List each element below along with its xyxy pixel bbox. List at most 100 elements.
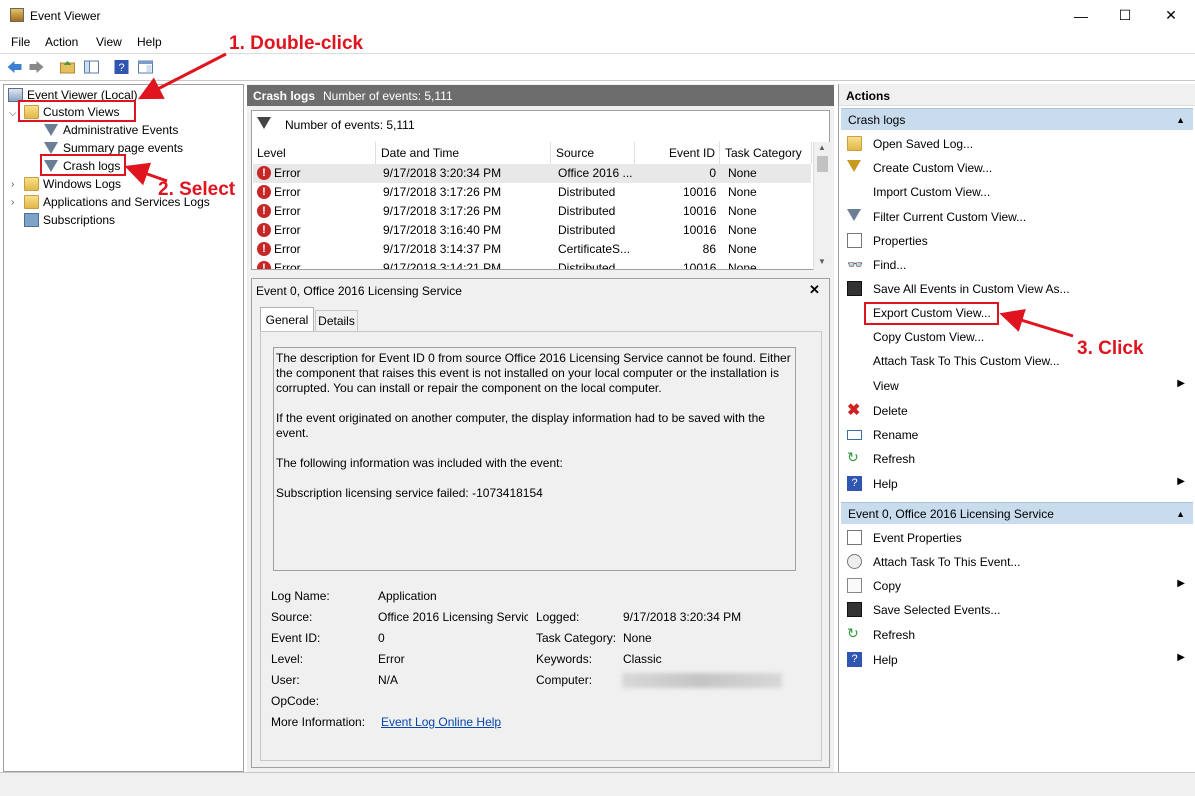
- computer-label: Computer:: [536, 673, 593, 687]
- cell-date: 9/17/2018 3:17:26 PM: [383, 204, 502, 218]
- user-value: N/A: [378, 673, 399, 687]
- help-icon[interactable]: ?: [113, 59, 130, 75]
- action-create-custom-view[interactable]: Create Custom View...: [841, 156, 1191, 180]
- close-button[interactable]: ✕: [1148, 0, 1194, 31]
- close-detail-icon[interactable]: ✕: [809, 282, 820, 298]
- table-row[interactable]: ! Error 9/17/2018 3:20:34 PM Office 2016…: [253, 164, 811, 183]
- collapse-icon[interactable]: ▲: [1176, 509, 1185, 519]
- action-import-custom-view[interactable]: Import Custom View...: [841, 180, 1191, 204]
- action-rename[interactable]: Rename: [841, 423, 1191, 447]
- filter-icon: [44, 123, 59, 137]
- table-row[interactable]: ! Error 9/17/2018 3:17:26 PM Distributed…: [253, 202, 811, 221]
- forward-icon[interactable]: [28, 59, 45, 75]
- up-folder-icon[interactable]: [59, 59, 76, 75]
- tab-general[interactable]: General: [260, 307, 314, 331]
- cell-event-id: 10016: [683, 204, 717, 218]
- action-copy[interactable]: Copy ▶: [841, 574, 1191, 598]
- action-label: Help: [873, 653, 898, 667]
- event-id-label: Event ID:: [271, 631, 321, 645]
- action-event-properties[interactable]: Event Properties: [841, 526, 1191, 550]
- action-view[interactable]: View ▶: [841, 374, 1191, 398]
- submenu-arrow-icon: ▶: [1177, 652, 1185, 663]
- submenu-arrow-icon: ▶: [1177, 578, 1185, 589]
- action-label: Copy Custom View...: [873, 330, 985, 344]
- more-information-label: More Information:: [271, 715, 366, 729]
- filter-icon: [847, 209, 862, 224]
- event-log-online-help-link[interactable]: Event Log Online Help: [381, 715, 501, 729]
- action-save-all-events[interactable]: Save All Events in Custom View As...: [841, 277, 1191, 301]
- description-paragraph: If the event originated on another compu…: [276, 411, 765, 440]
- table-row[interactable]: ! Error 9/17/2018 3:14:21 PM Distributed…: [253, 259, 811, 269]
- scroll-down-icon[interactable]: ▼: [818, 257, 826, 266]
- chevron-right-icon[interactable]: ›: [11, 179, 14, 190]
- cell-source: Distributed: [558, 185, 616, 199]
- action-save-selected-events[interactable]: Save Selected Events...: [841, 598, 1191, 622]
- event-description-box[interactable]: The description for Event ID 0 from sour…: [273, 347, 796, 571]
- action-refresh-event[interactable]: ↻ Refresh: [841, 623, 1191, 647]
- action-filter-current-custom-view[interactable]: Filter Current Custom View...: [841, 205, 1191, 229]
- rename-icon: [847, 430, 862, 440]
- column-header-date-time[interactable]: Date and Time: [376, 142, 551, 164]
- show-hide-tree-icon[interactable]: [83, 59, 100, 75]
- back-icon[interactable]: [6, 59, 23, 75]
- action-label: Refresh: [873, 452, 916, 466]
- log-event-count: Number of events: 5,111: [323, 89, 453, 103]
- tree-item-windows-logs[interactable]: Windows Logs: [24, 175, 121, 193]
- menu-action[interactable]: Action: [45, 35, 78, 49]
- log-name-label: Log Name:: [271, 589, 330, 603]
- menu-help[interactable]: Help: [137, 35, 162, 49]
- scrollbar-thumb[interactable]: [817, 156, 828, 172]
- tree-item-administrative-events[interactable]: Administrative Events: [44, 121, 178, 139]
- chevron-right-icon[interactable]: ›: [11, 197, 14, 208]
- user-label: User:: [271, 673, 300, 687]
- vertical-scrollbar[interactable]: ▲ ▼: [813, 142, 830, 270]
- action-label: Create Custom View...: [873, 161, 993, 175]
- highlight-crash-logs: [40, 154, 126, 176]
- action-help-event[interactable]: ? Help ▶: [841, 648, 1191, 672]
- action-label: Event Properties: [873, 531, 962, 545]
- error-icon: !: [257, 204, 271, 218]
- action-open-saved-log[interactable]: Open Saved Log...: [841, 132, 1191, 156]
- title-bar: Event Viewer — ☐ ✕: [0, 0, 1195, 31]
- maximize-button[interactable]: ☐: [1102, 0, 1148, 31]
- action-refresh[interactable]: ↻ Refresh: [841, 447, 1191, 471]
- keywords-label: Keywords:: [536, 652, 593, 666]
- console-icon[interactable]: [137, 59, 154, 75]
- folder-icon: [24, 177, 39, 191]
- action-attach-task-event[interactable]: Attach Task To This Event...: [841, 550, 1191, 574]
- cell-task-category: None: [728, 166, 757, 180]
- scroll-up-icon[interactable]: ▲: [818, 143, 826, 152]
- tree-item-subscriptions[interactable]: Subscriptions: [24, 211, 115, 229]
- cell-date: 9/17/2018 3:14:21 PM: [383, 261, 502, 269]
- action-delete[interactable]: ✖ Delete: [841, 399, 1191, 423]
- help-icon: ?: [847, 652, 862, 667]
- column-header-event-id[interactable]: Event ID: [635, 142, 720, 164]
- cell-task-category: None: [728, 223, 757, 237]
- collapse-icon[interactable]: ▲: [1176, 115, 1185, 125]
- refresh-icon: ↻: [847, 449, 859, 465]
- table-row[interactable]: ! Error 9/17/2018 3:14:37 PM Certificate…: [253, 240, 811, 259]
- actions-section-crash-logs[interactable]: Crash logs ▲: [841, 108, 1193, 130]
- cell-event-id: 86: [702, 242, 716, 256]
- column-header-task-category[interactable]: Task Category: [720, 142, 812, 164]
- actions-section-event[interactable]: Event 0, Office 2016 Licensing Service ▲: [841, 502, 1193, 524]
- column-header-source[interactable]: Source: [551, 142, 635, 164]
- column-header-level[interactable]: Level: [252, 142, 376, 164]
- chevron-down-icon[interactable]: ⌵: [9, 108, 17, 119]
- table-row[interactable]: ! Error 9/17/2018 3:16:40 PM Distributed…: [253, 221, 811, 240]
- action-help[interactable]: ? Help ▶: [841, 472, 1191, 496]
- menu-file[interactable]: File: [11, 35, 30, 49]
- table-row[interactable]: ! Error 9/17/2018 3:17:26 PM Distributed…: [253, 183, 811, 202]
- event-detail-title: Event 0, Office 2016 Licensing Service: [256, 284, 462, 298]
- menu-view[interactable]: View: [96, 35, 122, 49]
- cell-level: Error: [274, 185, 301, 199]
- status-bar: [0, 772, 1195, 796]
- action-label: Help: [873, 477, 898, 491]
- tab-details[interactable]: Details: [315, 310, 358, 331]
- action-find[interactable]: 👓 Find...: [841, 253, 1191, 277]
- cell-level: Error: [274, 223, 301, 237]
- action-label: Filter Current Custom View...: [873, 210, 1027, 224]
- action-properties[interactable]: Properties: [841, 229, 1191, 253]
- minimize-button[interactable]: —: [1058, 0, 1104, 31]
- filter-icon: [257, 117, 271, 129]
